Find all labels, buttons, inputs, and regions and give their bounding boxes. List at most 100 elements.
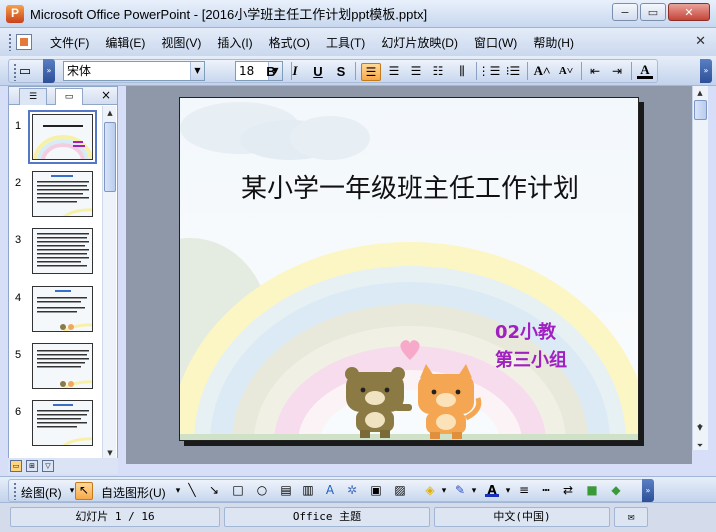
thumbnail-row[interactable]: 4 bbox=[9, 286, 105, 334]
powerpoint-app-icon[interactable] bbox=[6, 4, 24, 23]
next-slide-button[interactable]: ⏷ bbox=[692, 440, 708, 452]
normal-view-button[interactable]: ▭ bbox=[10, 460, 22, 472]
toolbar-more-chevron[interactable]: » bbox=[642, 479, 654, 502]
scroll-thumb[interactable] bbox=[104, 122, 116, 192]
menu-file[interactable]: 文件(F) bbox=[42, 31, 97, 54]
line-tool-icon[interactable]: ╲ bbox=[185, 483, 199, 497]
slideshow-button[interactable]: ▽ bbox=[42, 460, 54, 472]
distribute-icon[interactable]: ☷ bbox=[430, 63, 446, 79]
menu-slideshow[interactable]: 幻灯片放映(D) bbox=[373, 31, 466, 54]
separator bbox=[631, 62, 632, 80]
bold-button[interactable]: B bbox=[263, 63, 279, 79]
scroll-up-arrow[interactable]: ▲ bbox=[694, 87, 706, 100]
align-right-icon[interactable]: ☰ bbox=[408, 63, 424, 79]
rectangle-tool-icon[interactable]: □ bbox=[231, 483, 245, 497]
thumbnail-row[interactable]: 3 bbox=[9, 228, 105, 276]
numbering-icon[interactable]: ⋮☰ bbox=[478, 63, 501, 79]
tab-slides[interactable]: ▭ bbox=[55, 88, 83, 105]
menu-window[interactable]: 窗口(W) bbox=[466, 31, 525, 54]
font-color-icon[interactable]: A bbox=[485, 483, 499, 497]
3d-style-icon[interactable]: ◆ bbox=[609, 483, 623, 497]
vertical-text-icon[interactable]: ⫼ bbox=[454, 63, 470, 79]
increase-indent-icon[interactable]: ⇥ bbox=[609, 63, 625, 79]
slide-thumbnail[interactable] bbox=[32, 171, 93, 217]
tab-outline[interactable]: ☰ bbox=[19, 88, 47, 105]
separator bbox=[355, 62, 356, 80]
menu-view[interactable]: 视图(V) bbox=[153, 31, 209, 54]
toolbar-more-chevron[interactable]: » bbox=[700, 59, 712, 83]
dash-style-icon[interactable]: ┅ bbox=[539, 483, 553, 497]
select-objects-icon[interactable]: ↖ bbox=[75, 482, 93, 500]
font-color-icon[interactable]: A bbox=[637, 62, 653, 79]
minimize-button[interactable]: − bbox=[612, 3, 638, 21]
spelling-status-icon[interactable]: ✉ bbox=[614, 507, 648, 527]
decrease-font-icon[interactable]: A˅ bbox=[558, 63, 574, 79]
wordart-icon[interactable]: A bbox=[323, 483, 337, 497]
drawing-toolbar-strip: 绘图(R) ▾ ↖ 自选图形(U) ▾ ╲ ↘ □ ○ ▤ ▥ A ✲ ▣ ▨ … bbox=[8, 479, 644, 502]
close-button[interactable]: ✕ bbox=[668, 3, 710, 21]
document-icon[interactable] bbox=[16, 34, 32, 50]
thumbnail-row[interactable]: 1 bbox=[9, 110, 105, 164]
slide-thumbnail[interactable] bbox=[32, 343, 93, 389]
menu-help[interactable]: 帮助(H) bbox=[525, 31, 582, 54]
slide-thumbnail[interactable] bbox=[32, 400, 93, 446]
underline-button[interactable]: U bbox=[310, 63, 326, 79]
thumbnail-row[interactable]: 6 bbox=[9, 400, 105, 448]
shadow-style-icon[interactable]: ■ bbox=[585, 483, 599, 497]
autoshapes-menu-button[interactable]: 自选图形(U) bbox=[101, 484, 166, 501]
chevron-down-icon[interactable]: ▼ bbox=[190, 62, 204, 80]
current-slide[interactable]: 某小学一年级班主任工作计划 02小教 第三小组 bbox=[179, 97, 639, 441]
scroll-thumb[interactable] bbox=[694, 100, 707, 120]
chevron-down-icon[interactable]: ▾ bbox=[467, 484, 481, 498]
fill-color-icon[interactable]: ◈ bbox=[423, 483, 437, 497]
thumbnail-row[interactable]: 5 bbox=[9, 343, 105, 391]
menu-format[interactable]: 格式(O) bbox=[261, 31, 318, 54]
align-center-icon[interactable]: ☰ bbox=[386, 63, 402, 79]
draw-menu-button[interactable]: 绘图(R) bbox=[21, 484, 62, 501]
slides-scrollbar[interactable]: ▲ ▼ bbox=[102, 106, 116, 461]
document-close-icon[interactable]: ✕ bbox=[695, 34, 706, 49]
chevron-down-icon[interactable]: ▾ bbox=[171, 484, 185, 498]
bullets-icon[interactable]: ⁝☰ bbox=[505, 63, 521, 79]
menu-tools[interactable]: 工具(T) bbox=[318, 31, 373, 54]
line-color-icon[interactable]: ✎ bbox=[453, 483, 467, 497]
font-name-combo[interactable]: 宋体 ▼ bbox=[63, 61, 205, 81]
decrease-indent-icon[interactable]: ⇤ bbox=[587, 63, 603, 79]
chevron-down-icon[interactable]: ▾ bbox=[437, 484, 451, 498]
restore-button[interactable]: ▭ bbox=[640, 3, 666, 21]
slide-thumbnail[interactable] bbox=[28, 110, 97, 164]
slide-subtitle-line1[interactable]: 02小教 bbox=[495, 318, 556, 344]
arrow-style-icon[interactable]: ⇄ bbox=[561, 483, 575, 497]
oval-tool-icon[interactable]: ○ bbox=[255, 483, 269, 497]
align-left-icon[interactable]: ☰ bbox=[361, 63, 381, 81]
italic-button[interactable]: I bbox=[287, 63, 303, 79]
slide-subtitle-line2[interactable]: 第三小组 bbox=[495, 346, 567, 372]
diagram-icon[interactable]: ✲ bbox=[345, 483, 359, 497]
slide-title[interactable]: 某小学一年级班主任工作计划 bbox=[180, 168, 638, 205]
textbox-tool-icon[interactable]: ▤ bbox=[279, 483, 293, 497]
thumbnail-row[interactable]: 2 bbox=[9, 171, 105, 219]
scroll-up-arrow[interactable]: ▲ bbox=[104, 107, 116, 120]
vertical-textbox-icon[interactable]: ▥ bbox=[301, 483, 315, 497]
picture-icon[interactable]: ▨ bbox=[393, 483, 407, 497]
menu-insert[interactable]: 插入(I) bbox=[209, 31, 260, 54]
slide-sorter-button[interactable]: ⊞ bbox=[26, 460, 38, 472]
shadow-button[interactable]: S bbox=[333, 63, 349, 79]
line-style-icon[interactable]: ≡ bbox=[517, 483, 531, 497]
toolbar-grip[interactable] bbox=[13, 482, 17, 500]
separator bbox=[581, 62, 582, 80]
previous-slide-button[interactable]: ⏶ bbox=[692, 420, 708, 432]
slide-thumbnail[interactable] bbox=[32, 286, 93, 332]
chevron-down-icon[interactable]: ▾ bbox=[501, 484, 515, 498]
formatting-toolbar: ▭ » 宋体 ▼ 18 ▼ B I U S ☰ ☰ ☰ ☷ ⫼ ⋮☰ ⁝☰ A˄… bbox=[0, 56, 716, 86]
menu-grip[interactable] bbox=[8, 33, 12, 51]
toolbar-options-chevron[interactable]: » bbox=[43, 59, 55, 83]
clipart-icon[interactable]: ▣ bbox=[369, 483, 383, 497]
increase-font-icon[interactable]: A˄ bbox=[534, 63, 551, 79]
menu-edit[interactable]: 编辑(E) bbox=[97, 31, 153, 54]
pane-close-icon[interactable]: × bbox=[101, 88, 111, 102]
new-slide-icon[interactable]: ▭ bbox=[17, 63, 33, 79]
slide-thumbnail[interactable] bbox=[32, 228, 93, 274]
arrow-tool-icon[interactable]: ↘ bbox=[207, 483, 221, 497]
main-scrollbar[interactable]: ▲ ▼ bbox=[692, 86, 708, 450]
